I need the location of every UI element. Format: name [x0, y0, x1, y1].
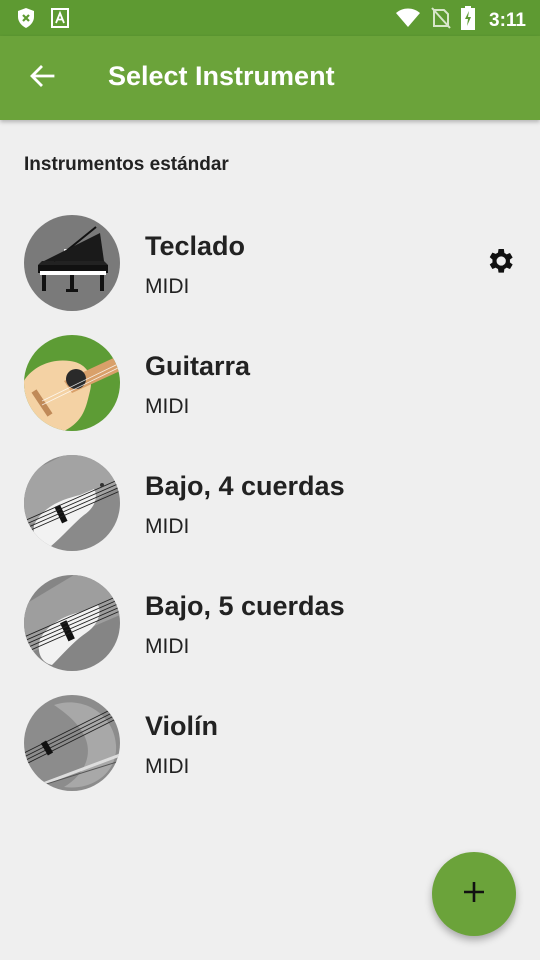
- instrument-name: Violín: [145, 711, 219, 741]
- no-sim-icon: [431, 7, 451, 34]
- grand-piano-icon: [24, 215, 120, 311]
- gear-icon: [484, 245, 516, 282]
- status-time: 3:11: [489, 9, 526, 31]
- acoustic-guitar-icon: [24, 335, 120, 431]
- instrument-type: MIDI: [145, 635, 190, 658]
- violin-icon: [24, 695, 120, 791]
- wifi-icon: [395, 7, 421, 34]
- app-bar: Select Instrument: [0, 36, 540, 120]
- plus-icon: [461, 879, 487, 910]
- instrument-item-bajo-5-cuerdas[interactable]: Bajo, 5 cuerdas MIDI: [0, 563, 540, 683]
- instrument-name: Bajo, 4 cuerdas: [145, 471, 345, 501]
- instrument-type: MIDI: [145, 755, 190, 778]
- back-button[interactable]: [22, 58, 62, 98]
- add-instrument-button[interactable]: [432, 852, 516, 936]
- instrument-item-violin[interactable]: Violín MIDI: [0, 683, 540, 803]
- section-header: Instrumentos estándar: [24, 154, 229, 175]
- instrument-name: Teclado: [145, 231, 246, 261]
- bass-guitar-icon: [24, 455, 120, 551]
- instrument-item-bajo-4-cuerdas[interactable]: Bajo, 4 cuerdas MIDI: [0, 443, 540, 563]
- page-title: Select Instrument: [108, 61, 335, 91]
- settings-button[interactable]: [482, 245, 518, 281]
- instrument-name: Guitarra: [145, 351, 251, 381]
- shield-x-icon: [16, 7, 36, 29]
- instrument-item-guitarra[interactable]: Guitarra MIDI: [0, 323, 540, 443]
- battery-charging-icon: [461, 6, 476, 35]
- instrument-name: Bajo, 5 cuerdas: [145, 591, 345, 621]
- bass-guitar-icon: [24, 575, 120, 671]
- instrument-type: MIDI: [145, 395, 190, 418]
- instrument-item-teclado[interactable]: Teclado MIDI: [0, 203, 540, 323]
- instrument-type: MIDI: [145, 275, 190, 298]
- arrow-left-icon: [29, 64, 55, 92]
- font-a-icon: [50, 7, 70, 29]
- status-bar: 3:11: [0, 0, 540, 36]
- instrument-type: MIDI: [145, 515, 190, 538]
